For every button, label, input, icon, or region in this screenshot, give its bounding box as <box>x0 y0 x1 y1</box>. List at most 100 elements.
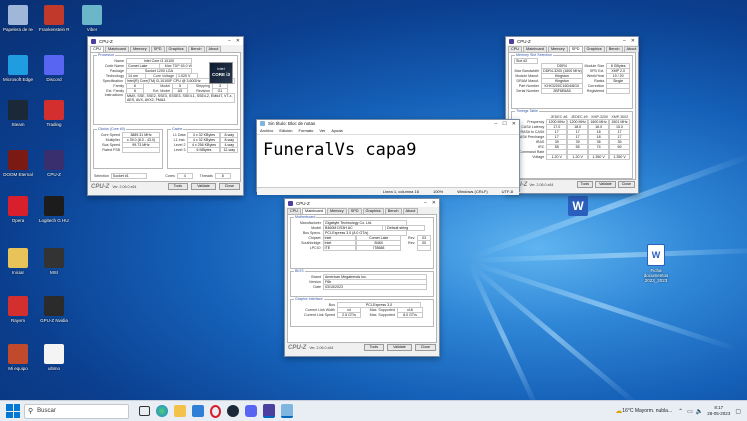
notepad-titlebar[interactable]: Sin título: Bloc de notas – ☐ ✕ <box>257 120 519 127</box>
discord-icon[interactable] <box>245 405 257 417</box>
minimize-icon[interactable]: – <box>623 38 626 44</box>
wallpaper-ray <box>468 262 641 408</box>
cpuz-logo: CPU-Z <box>91 183 110 190</box>
ghub-icon <box>44 196 64 216</box>
cpuz-icon <box>44 150 64 170</box>
notepad-icon[interactable] <box>281 404 293 418</box>
menu-item[interactable]: Edición <box>279 128 292 133</box>
menu-item[interactable]: Archivo <box>260 128 273 133</box>
close-button[interactable]: Close <box>218 183 240 190</box>
file-explorer-icon[interactable] <box>174 405 186 417</box>
cpuz-icon[interactable] <box>263 404 275 418</box>
opera-icon[interactable] <box>210 404 221 418</box>
cpuz-cpu-window[interactable]: CPU-Z – ✕ CPU Mainboard Memory SPD Graphics B… <box>87 36 244 196</box>
desktop-icon-ficha[interactable]: W Ficha documentos 2023_2023 <box>639 244 673 283</box>
cpuz-mainboard-window[interactable]: CPU-Z – ✕ CPU Mainboard Memory SPD Graphics B… <box>284 198 440 357</box>
desktop-icon[interactable]: CPU-Z <box>39 150 69 177</box>
notepad-window[interactable]: Sin título: Bloc de notas – ☐ ✕ Archivo E… <box>256 119 520 195</box>
cpuz-icon <box>91 38 96 44</box>
discord-icon <box>44 55 64 75</box>
validate-button[interactable]: Validate <box>191 183 216 190</box>
app-icon <box>44 248 64 268</box>
close-icon[interactable]: ✕ <box>631 38 635 44</box>
recycle-bin-icon <box>8 5 28 25</box>
close-icon[interactable]: ✕ <box>236 38 240 44</box>
desktop-icon[interactable]: Iniciar <box>3 248 33 275</box>
status-item: Windows (CRLF) <box>457 189 488 194</box>
desktop-icon[interactable]: Steam <box>3 100 33 127</box>
menu-item[interactable]: Ayuda <box>331 128 342 133</box>
desktop-icon-word[interactable]: W <box>563 196 593 218</box>
store-icon[interactable] <box>192 405 204 417</box>
motherboard-group: Motherboard Manufacturer Gigabyte Technol… <box>290 215 434 269</box>
cpuz-cpu-tabs: CPU Mainboard Memory SPD Graphics Bench About <box>88 45 243 52</box>
notepad-menubar: Archivo Edición Formato Ver Ayuda <box>257 127 519 134</box>
wallpaper-ray <box>469 247 747 263</box>
steam-icon[interactable] <box>227 405 239 417</box>
desktop-icon[interactable]: MSI <box>39 248 69 275</box>
maximize-icon[interactable]: ☐ <box>502 121 506 127</box>
task-view-icon[interactable] <box>139 406 150 416</box>
desktop-icon[interactable]: Logitech G HUB <box>39 196 69 223</box>
bios-group: BIOS Brand American Megatrends Inc. Versio… <box>290 269 434 297</box>
weather-widget[interactable]: 16°C Mayorm. nubla... <box>622 408 672 414</box>
cpuz-mb-titlebar[interactable]: CPU-Z – ✕ <box>285 199 439 207</box>
slot-dropdown[interactable]: Slot #2 <box>514 57 538 64</box>
desktop-icon[interactable]: Trading <box>39 100 69 127</box>
validate-button[interactable]: Validate <box>387 344 412 351</box>
desktop-icon[interactable]: Opera <box>3 196 33 223</box>
edge-icon <box>8 55 28 75</box>
notepad-icon <box>260 121 265 126</box>
tools-button[interactable]: Tools <box>576 181 594 188</box>
tools-button[interactable]: Tools <box>167 183 189 190</box>
desktop-icon[interactable]: Microsoft Edge <box>3 55 33 82</box>
network-icon[interactable]: ▭ <box>687 408 693 415</box>
desktop-icon[interactable]: Mi equipo <box>3 344 33 371</box>
cpuz-spd-window[interactable]: CPU-Z – ✕ CPU Mainboard Memory SPD Graphics B… <box>505 36 640 194</box>
start-button[interactable] <box>6 404 20 418</box>
desktop-icon[interactable]: Papelera de reciclaje <box>3 5 33 32</box>
menu-item[interactable]: Ver <box>319 128 325 133</box>
processor-group: Processor Name Intel Core i3 10100 Code N… <box>93 53 238 125</box>
weather-icon: ☁ <box>615 408 623 415</box>
close-icon[interactable]: ✕ <box>432 200 436 206</box>
pdf-icon <box>8 296 28 316</box>
folder-icon <box>8 248 28 268</box>
cache-group: Cache L1 Data 4 x 32 KBytes 8-way L1 Inst. 4… <box>167 127 241 169</box>
validate-button[interactable]: Validate <box>595 181 616 188</box>
word-doc-icon: W <box>647 244 665 266</box>
cpuz-cpu-titlebar[interactable]: CPU-Z – ✕ <box>88 37 243 45</box>
gpuz-icon <box>44 296 64 316</box>
desktop-icon[interactable]: Rayvm <box>3 296 33 323</box>
edge-icon[interactable] <box>156 405 168 417</box>
taskbar: ⚲ Buscar ☁ 16°C Mayorm. nubla... ⌃ ▭ 🔈 8… <box>0 400 747 421</box>
clock[interactable]: 8:17 28-05-2023 <box>707 405 730 417</box>
desktop-icon[interactable]: ultimo <box>39 344 69 371</box>
close-icon[interactable]: ✕ <box>512 121 516 127</box>
search-box[interactable]: ⚲ Buscar <box>24 403 129 419</box>
volume-icon[interactable]: 🔈 <box>696 408 703 415</box>
menu-item[interactable]: Formato <box>298 128 313 133</box>
notifications-icon[interactable]: ▢ <box>735 408 741 415</box>
cpuz-spd-titlebar[interactable]: CPU-Z – ✕ <box>506 37 638 45</box>
tray-chevron-icon[interactable]: ⌃ <box>678 408 683 415</box>
close-button[interactable]: Close <box>617 181 635 188</box>
cpuz-icon <box>509 38 514 44</box>
close-button[interactable]: Close <box>414 344 436 351</box>
tools-button[interactable]: Tools <box>363 344 385 351</box>
notepad-text-area[interactable]: FuneralVs capa9 <box>257 134 519 187</box>
doom-icon <box>8 150 28 170</box>
desktop-icon[interactable]: Frankenstein Rahnaweise <box>39 5 69 32</box>
selection-dropdown[interactable]: Socket #1 <box>110 172 147 179</box>
pdf-icon <box>44 100 64 120</box>
minimize-icon[interactable]: – <box>424 200 427 206</box>
desktop-icon[interactable]: DOOM Eternal <box>3 150 33 177</box>
pc-icon <box>8 344 28 364</box>
search-icon: ⚲ <box>28 408 34 415</box>
status-item: 100% <box>432 189 444 194</box>
minimize-icon[interactable]: – <box>495 121 498 127</box>
minimize-icon[interactable]: – <box>228 38 231 44</box>
desktop-icon[interactable]: Viber <box>77 5 107 32</box>
desktop-icon[interactable]: Discord <box>39 55 69 82</box>
desktop-icon[interactable]: GPU-Z Nvidia <box>39 296 69 323</box>
